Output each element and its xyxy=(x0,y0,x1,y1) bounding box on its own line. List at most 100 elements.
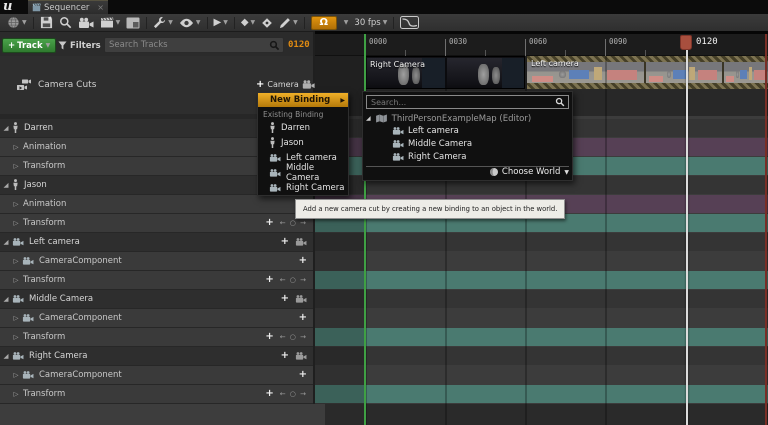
current-time-display[interactable]: 0120 xyxy=(288,40,310,50)
outliner-row-transform[interactable]: ▷Transform + ← ○ → xyxy=(0,271,313,289)
add-section-button[interactable]: + xyxy=(281,237,289,247)
tab-sequencer[interactable]: Sequencer × xyxy=(28,0,108,14)
keyframe-nav-buttons[interactable]: ← ○ → xyxy=(280,219,307,227)
pencil-icon xyxy=(279,17,291,29)
add-section-button[interactable]: + xyxy=(265,275,273,285)
curve-editor-button[interactable] xyxy=(400,16,419,29)
timeline-track-transform-11[interactable] xyxy=(315,328,768,346)
add-track-button[interactable]: + Track ▼ xyxy=(2,38,56,53)
details-panel-button[interactable] xyxy=(126,17,140,29)
save-button[interactable] xyxy=(40,16,53,29)
add-section-button[interactable]: + xyxy=(299,256,307,266)
picker-item-middle-camera[interactable]: Middle Camera xyxy=(366,138,569,150)
keyframe-nav-buttons[interactable]: ← ○ → xyxy=(280,390,307,398)
timeline-track-middle-camera-9[interactable] xyxy=(315,290,768,308)
timeline-track-transform-8[interactable] xyxy=(315,271,768,289)
lock-camera-button[interactable] xyxy=(295,352,307,360)
menu-item-middle-camera[interactable]: Middle Camera xyxy=(258,165,348,180)
outliner-row-transform[interactable]: ▷Transform+← ○ → xyxy=(0,328,313,346)
keyframe-options-button[interactable]: ◆ ▼ xyxy=(241,18,255,28)
outliner-row-transform[interactable]: ▷Transform+← ○ → xyxy=(0,385,313,403)
timeline-track-right-camera-12[interactable] xyxy=(315,347,768,365)
timeline-track-left-camera-6[interactable] xyxy=(315,233,768,251)
ruler-tick-label: 0030 xyxy=(449,37,467,46)
outliner-row-cameracomponent[interactable]: ▷CameraComponent+ xyxy=(0,252,313,270)
collapsed-arrow-icon[interactable]: ▷ xyxy=(11,333,21,341)
picker-search-box[interactable] xyxy=(366,95,569,109)
menu-item-jason[interactable]: Jason xyxy=(258,135,348,150)
render-movie-button[interactable]: ▼ xyxy=(100,16,121,29)
picker-item-left-camera[interactable]: Left camera xyxy=(366,125,569,137)
outliner-row-transform[interactable]: ▷Transform+← ○ → xyxy=(0,214,313,232)
filters-button[interactable]: Filters ▼ xyxy=(58,38,109,53)
add-section-button[interactable]: + xyxy=(299,370,307,380)
outliner-row-animation[interactable]: ▷Animation+ xyxy=(0,195,313,213)
world-tree-row[interactable]: ◢ ThirdPersonExampleMap (Editor) xyxy=(366,113,569,124)
search-tracks-box[interactable] xyxy=(104,37,284,53)
tools-button[interactable]: ▼ xyxy=(153,16,173,29)
create-camera-button[interactable] xyxy=(78,17,94,29)
lock-camera-button[interactable] xyxy=(295,295,307,303)
collapsed-arrow-icon[interactable]: ▷ xyxy=(11,162,21,170)
expanded-arrow-icon[interactable]: ◢ xyxy=(366,115,371,122)
tab-close-icon[interactable]: × xyxy=(97,4,104,12)
menu-item-right-camera[interactable]: Right Camera xyxy=(258,180,348,195)
unreal-logo[interactable]: u xyxy=(3,0,12,14)
playback-options-button[interactable]: ▶ ▼ xyxy=(214,18,228,28)
collapsed-arrow-icon[interactable]: ▷ xyxy=(11,143,21,151)
timeline-track-cameracomponent-10[interactable] xyxy=(315,309,768,327)
details-icon xyxy=(126,17,140,29)
menu-item-darren[interactable]: Darren xyxy=(258,120,348,135)
find-in-browser-button[interactable] xyxy=(59,16,72,29)
expanded-arrow-icon[interactable]: ◢ xyxy=(1,238,11,246)
collapsed-arrow-icon[interactable]: ▷ xyxy=(11,371,21,379)
add-section-button[interactable]: + xyxy=(265,389,273,399)
expanded-arrow-icon[interactable]: ◢ xyxy=(1,124,11,132)
playback-range-end-marker[interactable] xyxy=(765,34,767,425)
row-label: Transform xyxy=(23,275,65,285)
timeline-track-transform-14[interactable] xyxy=(315,385,768,403)
choose-world-button[interactable]: Choose World ▼ xyxy=(366,167,569,177)
view-options-button[interactable]: ▼ xyxy=(179,18,201,28)
add-camera-cut-button[interactable]: + Camera xyxy=(256,77,315,91)
timeline-track-cameracomponent-7[interactable] xyxy=(315,252,768,270)
collapsed-arrow-icon[interactable]: ▷ xyxy=(11,314,21,322)
outliner-row-left-camera[interactable]: ◢Left camera+ xyxy=(0,233,313,251)
add-section-button[interactable]: + xyxy=(265,332,273,342)
outliner-row-cameracomponent[interactable]: ▷CameraComponent+ xyxy=(0,366,313,384)
outliner-row-cameracomponent[interactable]: ▷CameraComponent+ xyxy=(0,309,313,327)
camera-cut-section-left-camera[interactable]: Left camera xyxy=(527,56,768,89)
menu-item-new-binding[interactable]: New Binding ▶ xyxy=(258,93,348,107)
world-button[interactable]: ▼ xyxy=(7,16,27,29)
add-section-button[interactable]: + xyxy=(281,351,289,361)
auto-keyframe-button[interactable] xyxy=(261,17,273,29)
snap-options-button[interactable]: ▼ xyxy=(343,19,349,26)
outliner-row-middle-camera[interactable]: ◢Middle Camera+ xyxy=(0,290,313,308)
expanded-arrow-icon[interactable]: ◢ xyxy=(1,352,11,360)
snap-toggle-button[interactable]: Ω xyxy=(311,16,337,30)
collapsed-arrow-icon[interactable]: ▷ xyxy=(11,276,21,284)
outliner-row-right-camera[interactable]: ◢Right Camera+ xyxy=(0,347,313,365)
keyframe-nav-buttons[interactable]: ← ○ → xyxy=(280,333,307,341)
keyframe-nav-buttons[interactable]: ← ○ → xyxy=(280,276,307,284)
timeline-track-cameracomponent-13[interactable] xyxy=(315,366,768,384)
camera-cut-thumbnail xyxy=(724,62,768,83)
fps-button[interactable]: 30 fps ▼ xyxy=(354,18,387,28)
picker-item-right-camera[interactable]: Right Camera xyxy=(366,151,569,163)
search-tracks-input[interactable] xyxy=(105,40,269,50)
add-section-button[interactable]: + xyxy=(281,294,289,304)
add-section-button[interactable]: + xyxy=(299,313,307,323)
collapsed-arrow-icon[interactable]: ▷ xyxy=(11,200,21,208)
playhead-marker[interactable] xyxy=(680,35,692,50)
collapsed-arrow-icon[interactable]: ▷ xyxy=(11,219,21,227)
picker-search-input[interactable] xyxy=(367,98,555,107)
playhead-line[interactable] xyxy=(686,49,688,425)
expanded-arrow-icon[interactable]: ◢ xyxy=(1,295,11,303)
add-section-button[interactable]: + xyxy=(265,218,273,228)
collapsed-arrow-icon[interactable]: ▷ xyxy=(11,257,21,265)
edit-options-button[interactable]: ▼ xyxy=(279,17,298,29)
collapsed-arrow-icon[interactable]: ▷ xyxy=(11,390,21,398)
camera-icon xyxy=(302,80,315,89)
expanded-arrow-icon[interactable]: ◢ xyxy=(1,181,11,189)
lock-camera-button[interactable] xyxy=(295,238,307,246)
